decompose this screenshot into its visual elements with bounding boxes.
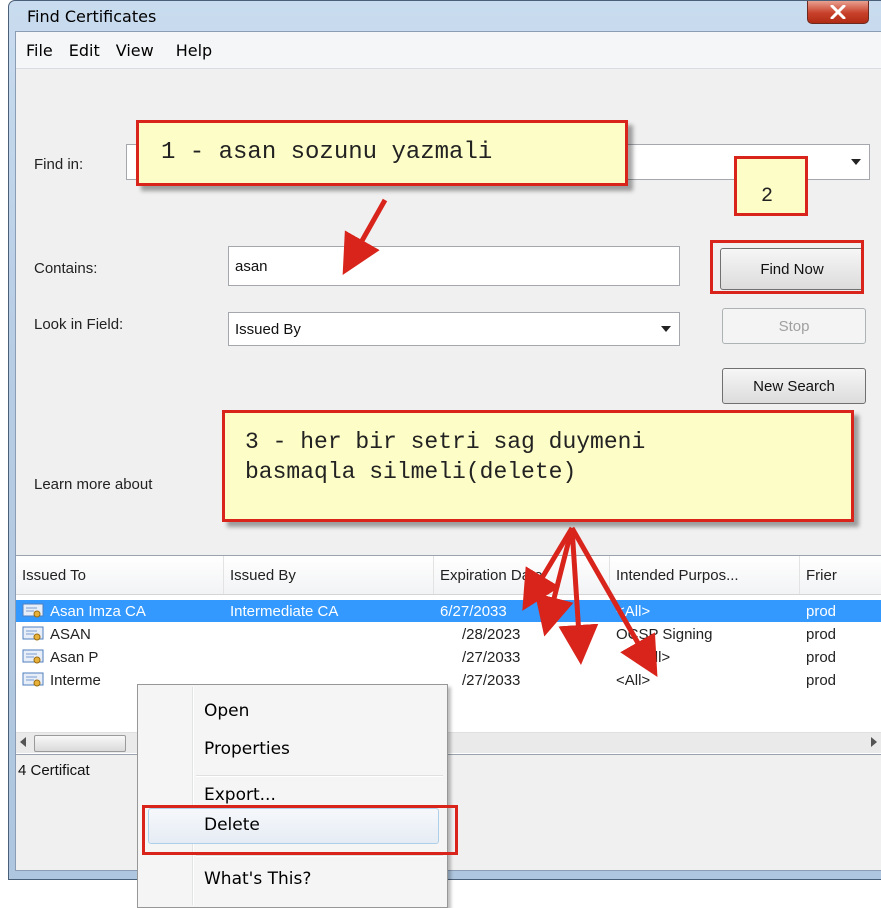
scrollbar-thumb[interactable]	[34, 735, 126, 752]
menu-bar: File Edit View Help	[16, 32, 881, 69]
chevron-down-icon	[661, 326, 671, 332]
look-in-field-value: Issued By	[235, 320, 301, 338]
title-bar[interactable]: Find Certificates	[9, 1, 881, 31]
column-expiration-date[interactable]: Expiration Date	[434, 556, 610, 594]
look-in-field-combo[interactable]: Issued By	[228, 312, 680, 346]
cell-friendly: prod	[806, 602, 837, 620]
table-row[interactable]: Asan Imza CA Intermediate CA 6/27/2033 <…	[16, 600, 881, 622]
context-menu: Open Properties Export... Delete What's …	[137, 684, 448, 908]
scroll-right-icon[interactable]	[871, 737, 877, 747]
menu-item-export[interactable]: Export...	[204, 785, 276, 805]
close-button[interactable]	[807, 1, 869, 24]
certificate-icon	[22, 603, 44, 618]
menu-help[interactable]: Help	[176, 41, 212, 60]
cell-expiration: /27/2033	[462, 648, 521, 666]
window-title: Find Certificates	[27, 6, 157, 26]
cell-issued-by: Intermediate CA	[230, 602, 339, 620]
certificate-icon	[22, 672, 44, 687]
column-friendly-name[interactable]: Frier	[800, 556, 881, 594]
status-text: 4 Certificat	[18, 761, 90, 779]
chevron-down-icon	[851, 159, 861, 165]
close-icon	[830, 5, 846, 19]
cell-issued-to: Asan Imza CA	[50, 602, 146, 620]
cell-purpose: <All>	[616, 602, 651, 620]
cell-issued-to: ASAN	[50, 625, 91, 643]
cell-issued-to: Asan P	[50, 648, 99, 666]
column-intended-purposes[interactable]: Intended Purpos...	[610, 556, 800, 594]
menu-edit[interactable]: Edit	[69, 41, 100, 60]
contains-value: asan	[235, 257, 268, 275]
cell-expiration: /27/2033	[462, 671, 521, 689]
menu-item-open[interactable]: Open	[204, 701, 249, 721]
annotation-note-2-text: 2	[761, 185, 774, 208]
find-in-label: Find in:	[34, 156, 84, 173]
cell-friendly: prod	[806, 671, 837, 689]
contains-input[interactable]: asan	[228, 246, 680, 286]
learn-more-link[interactable]: Learn more about	[34, 476, 152, 493]
annotation-note-3: 3 - her bir setri sag duymeni basmaqla s…	[222, 410, 854, 522]
certificate-icon	[22, 626, 44, 641]
cell-expiration: 6/27/2033	[440, 602, 507, 620]
certificate-icon	[22, 649, 44, 664]
context-menu-gutter	[192, 687, 194, 905]
find-now-highlight	[710, 240, 864, 294]
delete-highlight	[142, 805, 458, 855]
menu-item-properties[interactable]: Properties	[204, 739, 290, 759]
cell-purpose: OCSP Signing	[616, 625, 713, 643]
annotation-note-2: 2	[734, 156, 808, 216]
menu-view[interactable]: View	[116, 41, 154, 60]
list-header: Issued To Issued By Expiration Date Inte…	[16, 556, 881, 595]
menu-file[interactable]: File	[26, 41, 53, 60]
cell-expiration: /28/2023	[462, 625, 521, 643]
stop-button[interactable]: Stop	[722, 308, 866, 344]
annotation-note-3-line1: 3 - her bir setri sag duymeni	[245, 429, 646, 455]
column-issued-by[interactable]: Issued By	[224, 556, 434, 594]
annotation-note-3-line2: basmaqla silmeli(delete)	[245, 459, 577, 485]
table-row[interactable]: Asan P /27/2033 <All> prod	[16, 646, 881, 668]
menu-item-whats-this[interactable]: What's This?	[204, 869, 311, 889]
table-row[interactable]: ASAN /28/2023 OCSP Signing prod	[16, 623, 881, 645]
cell-friendly: prod	[806, 648, 837, 666]
new-search-button[interactable]: New Search	[722, 368, 866, 404]
menu-separator	[196, 775, 443, 777]
cell-purpose: <All>	[616, 671, 651, 689]
annotation-note-1-text: 1 - asan sozunu yazmali	[161, 139, 493, 166]
menu-separator	[196, 855, 443, 857]
cell-friendly: prod	[806, 625, 837, 643]
column-issued-to[interactable]: Issued To	[16, 556, 224, 594]
scroll-left-icon[interactable]	[20, 737, 26, 747]
cell-purpose: <All>	[636, 648, 671, 666]
contains-label: Contains:	[34, 260, 98, 277]
annotation-note-1: 1 - asan sozunu yazmali	[136, 120, 628, 186]
look-in-field-label: Look in Field:	[34, 316, 124, 333]
